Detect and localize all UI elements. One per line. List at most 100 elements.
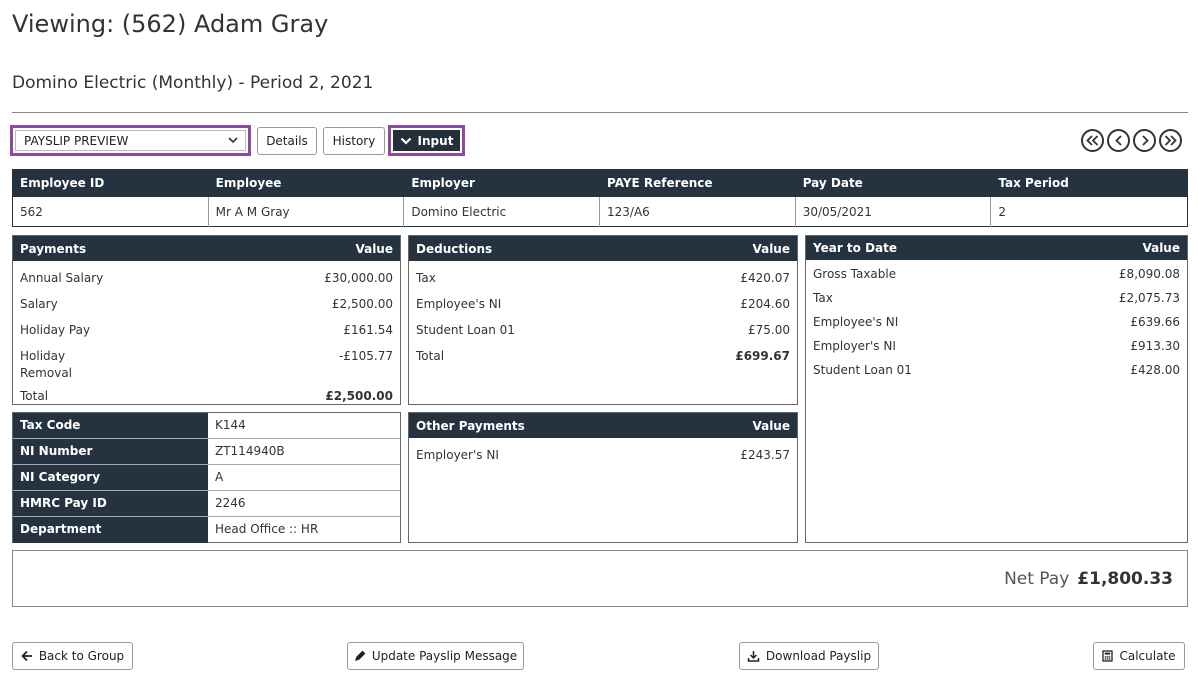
payments-title: Payments xyxy=(20,241,87,256)
year-to-date-panel: Year to Date Value Gross Taxable £8,090.0… xyxy=(805,235,1188,543)
cell-value: 123/A6 xyxy=(600,197,796,227)
row-value: 2246 xyxy=(215,496,246,510)
item-label: Total xyxy=(416,349,445,363)
calculate-label: Calculate xyxy=(1119,649,1176,663)
row-value: K144 xyxy=(215,418,246,432)
pencil-icon xyxy=(354,650,366,662)
item-value: £243.57 xyxy=(740,448,790,462)
employee-summary-table: Employee ID Employee Employer PAYE Refer… xyxy=(12,169,1188,227)
download-payslip-label: Download Payslip xyxy=(765,649,872,663)
item-label: Tax xyxy=(813,291,833,305)
arrow-left-icon xyxy=(21,650,32,662)
page-subtitle: Domino Electric (Monthly) - Period 2, 20… xyxy=(12,73,374,93)
item-label: Salary xyxy=(20,297,58,311)
list-item: Holiday Removal -£105.77 xyxy=(13,348,400,382)
list-item-total: Total £2,500.00 xyxy=(13,388,400,405)
other-payments-panel: Other Payments Value Employer's NI £243.5… xyxy=(408,412,798,543)
item-value: £420.07 xyxy=(740,271,790,285)
calculate-button[interactable]: Calculate xyxy=(1093,642,1185,670)
chevron-down-icon xyxy=(400,137,411,145)
list-item: Employee's NI £639.66 xyxy=(806,314,1187,331)
net-pay-box: Net Pay £1,800.33 xyxy=(12,550,1188,607)
chevron-down-icon xyxy=(228,137,238,144)
table-row: NI Category A xyxy=(13,465,400,491)
item-value: £8,090.08 xyxy=(1118,267,1180,281)
row-label: NI Category xyxy=(13,465,208,490)
item-label: Gross Taxable xyxy=(813,267,897,281)
column-header: Tax Period xyxy=(998,176,1069,190)
item-value: £699.67 xyxy=(735,349,790,363)
view-select[interactable]: PAYSLIP PREVIEW xyxy=(15,130,246,151)
cell-value: 30/05/2021 xyxy=(796,197,992,227)
calculator-icon xyxy=(1102,650,1114,662)
summary-header-row: Employee ID Employee Employer PAYE Refer… xyxy=(13,170,1187,197)
value-header: Value xyxy=(752,418,790,433)
list-item: Employee's NI £204.60 xyxy=(409,296,797,313)
summary-value-row: 562 Mr A M Gray Domino Electric 123/A6 3… xyxy=(13,197,1187,227)
list-item: Gross Taxable £8,090.08 xyxy=(806,266,1187,283)
back-to-group-button[interactable]: Back to Group xyxy=(12,642,133,670)
value-header: Value xyxy=(752,241,790,256)
item-label: Employee's NI xyxy=(416,297,502,311)
list-item: Tax £420.07 xyxy=(409,270,797,287)
period-navigation xyxy=(1081,129,1182,152)
item-label: Total xyxy=(20,389,49,403)
cell-value: 2 xyxy=(998,205,1006,219)
list-item: Employer's NI £913.30 xyxy=(806,338,1187,355)
value-header: Value xyxy=(355,241,393,256)
column-header: PAYE Reference xyxy=(607,176,713,190)
last-period-icon[interactable] xyxy=(1159,129,1182,152)
details-button[interactable]: Details xyxy=(257,127,317,155)
update-payslip-message-label: Update Payslip Message xyxy=(371,649,518,663)
payments-header: Payments Value xyxy=(13,236,400,261)
item-label: Holiday Removal xyxy=(20,349,73,380)
input-button[interactable]: Input xyxy=(393,130,460,151)
view-select-value: PAYSLIP PREVIEW xyxy=(24,134,129,148)
item-value: £204.60 xyxy=(740,297,790,311)
previous-period-icon[interactable] xyxy=(1107,129,1130,152)
back-to-group-label: Back to Group xyxy=(38,649,125,663)
item-label: Student Loan 01 xyxy=(416,323,515,337)
other-payments-title: Other Payments xyxy=(416,418,525,433)
list-item: Tax £2,075.73 xyxy=(806,290,1187,307)
item-label: Holiday Pay xyxy=(20,323,91,337)
table-row: HMRC Pay ID 2246 xyxy=(13,491,400,517)
first-period-icon[interactable] xyxy=(1081,129,1104,152)
item-value: £2,500.00 xyxy=(331,297,393,311)
item-label: Employer's NI xyxy=(416,448,499,462)
item-label: Tax xyxy=(416,271,436,285)
row-label: Department xyxy=(13,517,208,543)
item-value: £2,500.00 xyxy=(325,389,393,403)
next-period-icon[interactable] xyxy=(1133,129,1156,152)
item-value: £30,000.00 xyxy=(324,271,393,285)
item-value: £913.30 xyxy=(1130,339,1180,353)
update-payslip-message-button[interactable]: Update Payslip Message xyxy=(347,642,524,670)
list-item: Annual Salary £30,000.00 xyxy=(13,270,400,287)
table-row: Department Head Office :: HR xyxy=(13,517,400,543)
page-title: Viewing: (562) Adam Gray xyxy=(12,10,329,38)
column-header: Pay Date xyxy=(802,176,863,190)
deductions-title: Deductions xyxy=(416,241,493,256)
list-item: Student Loan 01 £75.00 xyxy=(409,322,797,339)
table-row: NI Number ZT114940B xyxy=(13,439,400,465)
deductions-header: Deductions Value xyxy=(409,236,797,261)
ytd-title: Year to Date xyxy=(813,241,898,255)
history-button[interactable]: History xyxy=(323,127,385,155)
net-pay-value: £1,800.33 xyxy=(1077,569,1173,589)
details-button-label: Details xyxy=(266,134,308,148)
item-label: Annual Salary xyxy=(20,271,104,285)
list-item-total: Total £699.67 xyxy=(409,348,797,365)
row-value: ZT114940B xyxy=(215,444,285,458)
download-icon xyxy=(747,651,760,662)
other-payments-header: Other Payments Value xyxy=(409,413,797,438)
item-label: Employer's NI xyxy=(813,339,896,353)
deductions-panel: Deductions Value Tax £420.07 Employee's N… xyxy=(408,235,798,405)
item-value: £161.54 xyxy=(343,323,393,337)
net-pay-label: Net Pay xyxy=(1004,569,1070,589)
divider xyxy=(12,112,1188,113)
column-header: Employee xyxy=(215,176,282,190)
download-payslip-button[interactable]: Download Payslip xyxy=(739,642,879,670)
item-value: -£105.77 xyxy=(339,349,393,363)
item-label: Employee's NI xyxy=(813,315,899,329)
item-value: £639.66 xyxy=(1130,315,1180,329)
